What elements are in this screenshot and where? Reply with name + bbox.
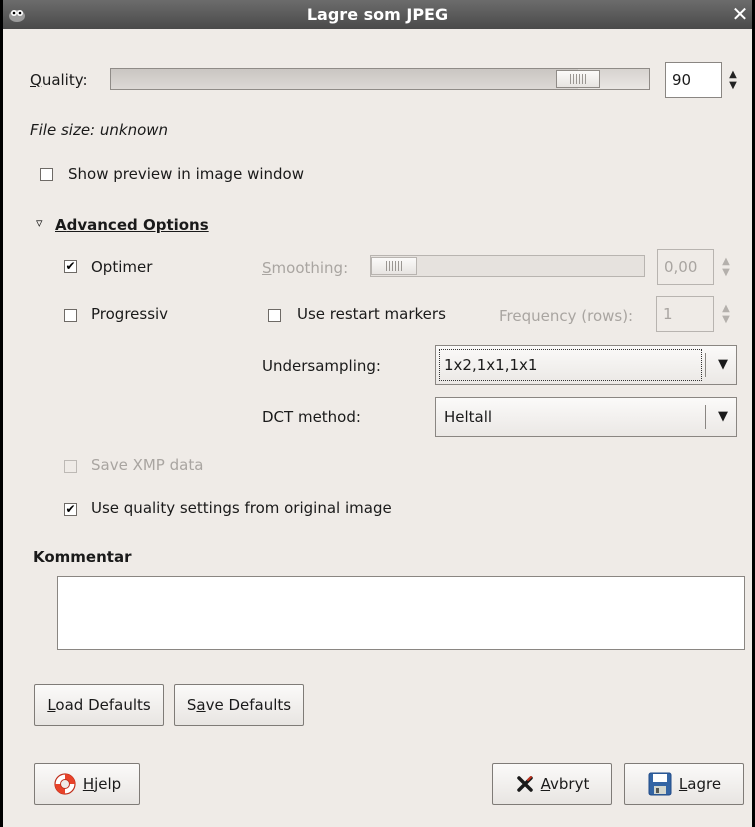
restart-markers-checkbox[interactable] <box>268 309 281 322</box>
dropdown-arrow-icon[interactable]: ▼ <box>718 409 728 424</box>
use-quality-label: Use quality settings from original image <box>91 499 392 517</box>
restart-markers-label: Use restart markers <box>297 305 446 323</box>
close-icon[interactable]: ✕ <box>730 0 750 29</box>
dct-method-combo[interactable]: Heltall ▼ <box>435 397 737 437</box>
save-xmp-checkbox[interactable] <box>64 460 77 473</box>
gimp-icon[interactable] <box>8 5 26 23</box>
cancel-label: Avbryt <box>541 775 590 793</box>
cancel-button[interactable]: Avbryt <box>492 763 612 805</box>
frequency-spinbutton[interactable]: 1 <box>656 296 714 332</box>
undersampling-label: Undersampling: <box>262 357 381 375</box>
help-rest: jelp <box>94 775 122 793</box>
advanced-label-accel: A <box>55 216 67 234</box>
save-defaults-accel: a <box>196 696 206 714</box>
cancel-rest: vbryt <box>550 775 590 793</box>
quality-spin-arrows-icon[interactable]: ▲ ▼ <box>726 62 740 98</box>
save-defaults-label: Save Defaults <box>187 696 291 714</box>
combo-separator <box>705 405 706 429</box>
dct-method-value: Heltall <box>444 408 493 426</box>
save-defaults-rest: ve Defaults <box>205 696 292 714</box>
load-defaults-rest: oad Defaults <box>55 696 151 714</box>
comment-heading: Kommentar <box>33 548 132 566</box>
smoothing-label: Smoothing: <box>262 259 348 277</box>
dropdown-arrow-icon[interactable]: ▼ <box>718 357 728 372</box>
window-title: Lagre som JPEG <box>306 5 449 24</box>
load-defaults-label: Load Defaults <box>47 696 150 714</box>
frequency-label: Frequency (rows): <box>499 307 634 325</box>
advanced-options-expander[interactable]: Advanced Options <box>55 216 209 234</box>
checkmark-icon: ✔ <box>65 502 76 516</box>
frequency-spin-arrows-icon[interactable]: ▲ ▼ <box>719 296 733 332</box>
cancel-accel: A <box>540 775 551 793</box>
combo-separator <box>705 353 706 377</box>
smoothing-spinbutton[interactable]: 0,00 <box>657 249 714 285</box>
use-quality-checkbox[interactable]: ✔ <box>64 503 77 516</box>
dct-method-label: DCT method: <box>262 408 361 426</box>
save-label: Lagre <box>679 775 721 793</box>
smoothing-value[interactable]: 0,00 <box>664 258 697 276</box>
cancel-x-icon <box>516 776 533 792</box>
optimize-checkbox[interactable]: ✔ <box>64 260 77 273</box>
save-xmp-label: Save XMP data <box>91 456 204 474</box>
checkmark-icon: ✔ <box>65 259 76 273</box>
file-size-label: File size: unknown <box>30 121 169 139</box>
save-defaults-button[interactable]: Save Defaults <box>174 684 304 726</box>
optimize-label: Optimer <box>91 258 153 276</box>
quality-spinbutton[interactable]: 90 <box>665 62 722 98</box>
quality-value[interactable]: 90 <box>672 71 691 89</box>
quality-label: Quality: <box>30 71 88 89</box>
floppy-disk-icon <box>648 772 672 796</box>
progressive-checkbox[interactable] <box>64 309 77 322</box>
save-defaults-pre: S <box>186 696 197 714</box>
quality-slider-handle[interactable] <box>556 70 600 88</box>
undersampling-value: 1x2,1x1,1x1 <box>444 356 538 374</box>
undersampling-combo[interactable]: 1x2,1x1,1x1 ▼ <box>435 345 737 385</box>
show-preview-label: Show preview in image window <box>68 165 304 183</box>
help-button[interactable]: Hjelp <box>34 763 140 805</box>
quality-label-accel: Q <box>30 71 42 89</box>
smoothing-label-rest: moothing: <box>271 259 349 277</box>
lifebuoy-icon <box>54 773 76 795</box>
smoothing-slider[interactable] <box>370 255 645 277</box>
comment-textarea[interactable] <box>57 576 745 650</box>
quality-label-rest: uality: <box>41 71 88 89</box>
title-bar: Lagre som JPEG ✕ <box>3 0 752 29</box>
quality-slider[interactable] <box>110 68 650 90</box>
save-button[interactable]: Lagre <box>624 763 744 805</box>
quality-slider-fill <box>111 69 578 89</box>
save-jpeg-dialog: Lagre som JPEG ✕ Quality: 90 ▲ ▼ File siz… <box>0 0 755 827</box>
progressive-label: Progressiv <box>91 305 169 323</box>
help-label: Hjelp <box>83 775 121 793</box>
smoothing-slider-handle[interactable] <box>371 257 417 275</box>
save-rest: agre <box>687 775 722 793</box>
expander-arrow-icon[interactable]: ▿ <box>36 216 43 231</box>
smoothing-spin-arrows-icon[interactable]: ▲ ▼ <box>719 249 733 285</box>
show-preview-checkbox[interactable] <box>40 168 53 181</box>
advanced-label-rest: dvanced Options <box>66 216 209 234</box>
load-defaults-button[interactable]: Load Defaults <box>34 684 164 726</box>
frequency-value[interactable]: 1 <box>663 305 673 323</box>
smoothing-label-accel: S <box>262 259 272 277</box>
help-accel: H <box>82 775 95 793</box>
